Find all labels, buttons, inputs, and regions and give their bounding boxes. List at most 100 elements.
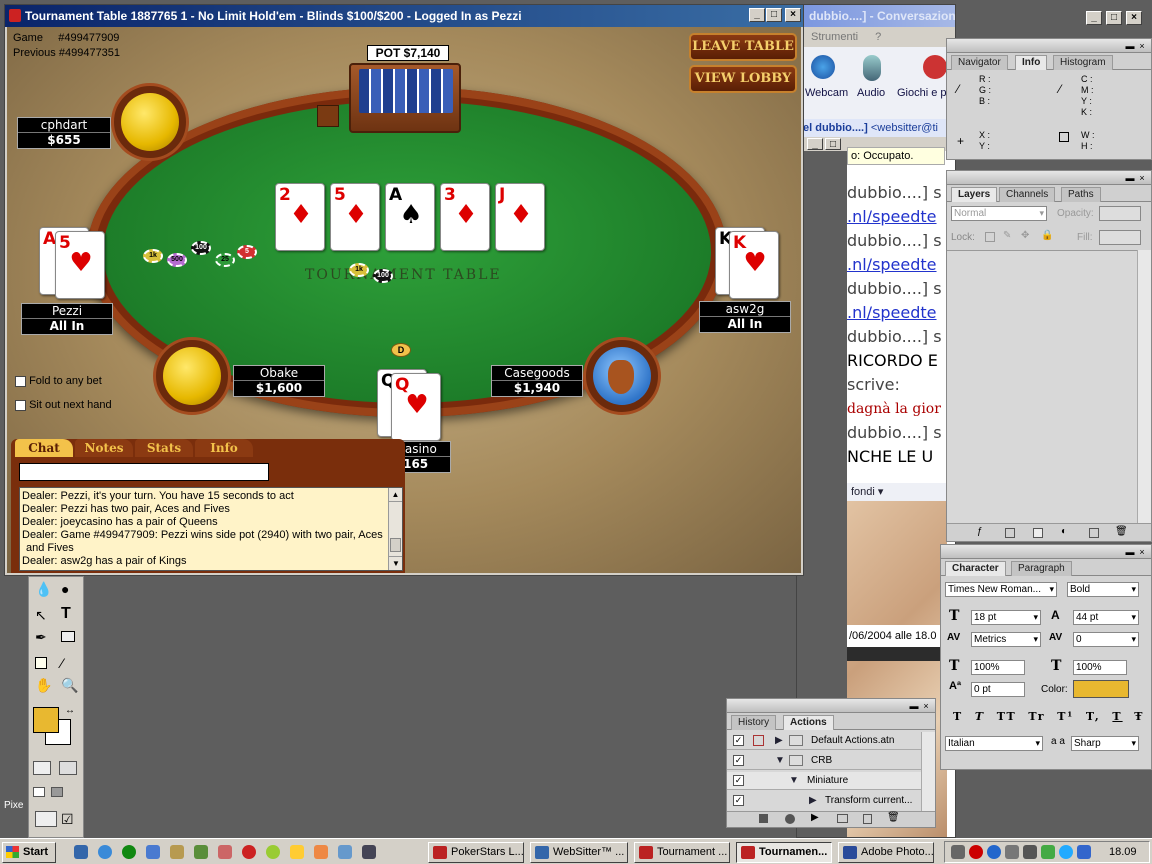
tab-layers[interactable]: Layers [951, 187, 998, 202]
action-checkbox[interactable]: ✓ [733, 735, 744, 746]
action-checkbox[interactable]: ✓ [733, 775, 744, 786]
messenger-icon[interactable] [122, 845, 136, 859]
foreground-swatch[interactable] [33, 707, 59, 733]
check-icon[interactable]: ☑ [61, 811, 74, 828]
adjustment-layer-icon[interactable]: ◐ [1061, 526, 1067, 537]
layers-scrollbar[interactable] [1137, 250, 1151, 524]
standard-mode-icon[interactable] [33, 761, 51, 775]
jump-imageready-icon[interactable] [35, 811, 57, 827]
internet-explorer-icon[interactable] [98, 845, 112, 859]
expand-arrow-icon[interactable]: ▶ [809, 792, 817, 809]
fold-to-any-bet-checkbox[interactable]: Fold to any bet [15, 375, 102, 387]
collapse-arrow-icon[interactable]: ▼ [789, 772, 799, 789]
websitter-minimize-button[interactable]: _ [1086, 11, 1102, 25]
panel-titlebar[interactable]: ▬ × [941, 545, 1151, 559]
kerning-field[interactable]: Metrics [971, 632, 1041, 647]
app-icon[interactable] [362, 845, 376, 859]
panel-close-button[interactable]: × [1137, 173, 1147, 183]
path-select-tool-icon[interactable]: ↖ [35, 607, 47, 624]
underline-button[interactable]: T [1112, 710, 1122, 723]
volume-icon[interactable] [951, 845, 965, 859]
hand-tool-icon[interactable]: ✋ [35, 677, 52, 694]
leave-table-button[interactable]: LEAVE TABLE [689, 33, 797, 61]
zoom-tool-icon[interactable]: 🔍 [61, 677, 78, 694]
action-checkbox[interactable]: ✓ [733, 755, 744, 766]
tab-paths[interactable]: Paths [1061, 187, 1101, 202]
faux-italic-button[interactable]: T [975, 710, 985, 723]
action-row[interactable]: ✓ ▶ Default Actions.atn [727, 732, 921, 750]
panel-titlebar[interactable]: ▬ × [947, 39, 1151, 53]
outlook-icon[interactable] [146, 845, 160, 859]
font-style-select[interactable]: Bold [1067, 582, 1139, 597]
scroll-thumb[interactable] [390, 538, 401, 552]
leading-field[interactable]: 44 pt [1073, 610, 1139, 625]
panel-close-button[interactable]: × [921, 701, 931, 711]
layers-list[interactable] [947, 250, 1151, 524]
tab-info[interactable]: Info [1015, 55, 1048, 70]
sit-out-next-hand-checkbox[interactable]: Sit out next hand [15, 399, 112, 411]
show-desktop-icon[interactable] [74, 845, 88, 859]
task-websitter[interactable]: WebSitter™ ... [530, 842, 628, 863]
audio-label[interactable]: Audio [857, 87, 885, 99]
expand-arrow-icon[interactable]: ▶ [775, 732, 783, 749]
chat-link[interactable]: .nl/speedte [847, 301, 942, 325]
language-select[interactable]: Italian [945, 736, 1043, 751]
tray-app-icon[interactable] [987, 845, 1001, 859]
webcam-icon[interactable] [811, 55, 835, 79]
chat-scrollbar[interactable]: ▲ ▼ [388, 488, 402, 570]
poker-maximize-button[interactable]: □ [766, 8, 782, 22]
panel-minimize-button[interactable]: ▬ [1125, 173, 1135, 183]
new-action-icon[interactable] [863, 814, 872, 824]
superscript-button[interactable]: T¹ [1057, 710, 1074, 723]
burn-tool-icon[interactable]: ● [61, 581, 69, 597]
tray-app-icon[interactable] [1041, 845, 1055, 859]
dialog-toggle-icon[interactable] [753, 735, 764, 746]
actions-scrollbar[interactable] [921, 732, 935, 812]
blend-mode-select[interactable]: Normal [951, 206, 1047, 221]
panel-minimize-button[interactable]: ▬ [1125, 41, 1135, 51]
websitter-titlebar[interactable]: dubbio....] - Conversazione [797, 5, 955, 27]
inner-maximize-button[interactable]: □ [825, 138, 841, 150]
blur-tool-icon[interactable]: 💧 [35, 581, 52, 598]
text-color-swatch[interactable] [1073, 680, 1129, 698]
clock[interactable]: 18.09 [1109, 846, 1137, 858]
tab-navigator[interactable]: Navigator [951, 55, 1008, 70]
opacity-field[interactable] [1099, 206, 1141, 221]
poker-close-button[interactable]: × [785, 8, 801, 22]
tab-channels[interactable]: Channels [999, 187, 1056, 202]
type-tool-icon[interactable]: T [61, 605, 71, 623]
baseline-shift-field[interactable]: 0 pt [971, 682, 1025, 697]
tab-stats[interactable]: Stats [135, 439, 193, 457]
explorer-icon[interactable] [170, 845, 184, 859]
audio-icon[interactable] [863, 55, 881, 81]
acrobat-icon[interactable] [242, 845, 256, 859]
fill-field[interactable] [1099, 230, 1141, 245]
app-icon[interactable] [266, 845, 280, 859]
app-icon[interactable] [314, 845, 328, 859]
action-row[interactable]: ✓ ▶ Transform current... [727, 792, 921, 810]
network-icon[interactable] [1005, 845, 1019, 859]
scroll-down-icon[interactable]: ▼ [389, 556, 402, 570]
chat-link[interactable]: .nl/speedte [847, 205, 942, 229]
seat-cphdart[interactable] [111, 83, 189, 161]
checkbox-box[interactable] [15, 375, 26, 387]
chat-link[interactable]: .nl/speedte [847, 253, 942, 277]
app-icon[interactable] [218, 845, 232, 859]
task-tournament-2[interactable]: Tournamen... [736, 842, 832, 863]
panel-titlebar[interactable]: ▬ × [947, 171, 1151, 185]
tracking-field[interactable]: 0 [1073, 632, 1139, 647]
stop-icon[interactable] [759, 814, 768, 823]
task-tournament-1[interactable]: Tournament ... [634, 842, 730, 863]
collapse-arrow-icon[interactable]: ▼ [775, 752, 785, 769]
app-icon[interactable] [290, 845, 304, 859]
tab-history[interactable]: History [731, 715, 777, 730]
trash-icon[interactable]: 🗑 [1115, 526, 1128, 537]
antialias-select[interactable]: Sharp [1071, 736, 1139, 751]
tab-histogram[interactable]: Histogram [1053, 55, 1113, 70]
vertical-scale-field[interactable]: 100% [971, 660, 1025, 675]
app-icon[interactable] [338, 845, 352, 859]
lock-all-icon[interactable]: 🔒 [1041, 230, 1053, 241]
faux-bold-button[interactable]: T [953, 710, 963, 723]
app-icon[interactable] [194, 845, 208, 859]
fullscreen-mode-icon[interactable] [51, 787, 63, 797]
